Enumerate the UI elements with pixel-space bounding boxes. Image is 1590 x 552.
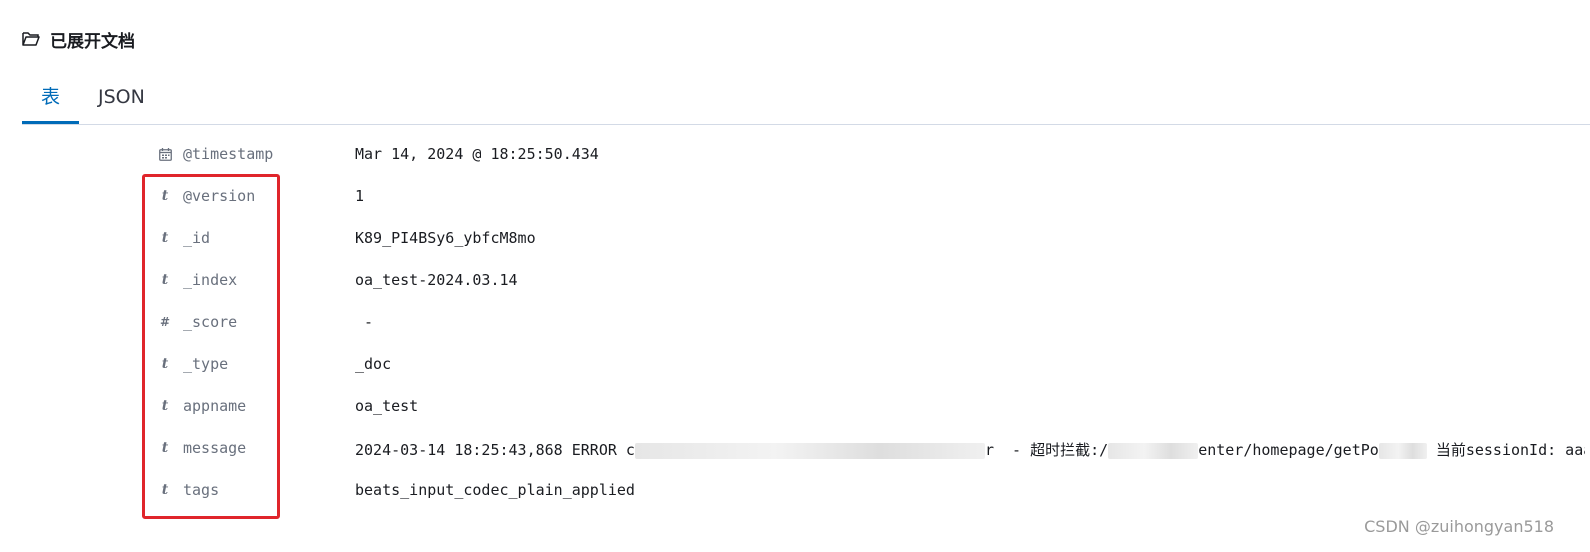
- message-part: 当前sessionId: aaa: [1426, 441, 1585, 459]
- redacted-block: [634, 442, 985, 459]
- view-tabs: 表 JSON: [22, 70, 1590, 125]
- folder-open-icon: [22, 31, 40, 47]
- field-value: K89_PI4BSy6_ybfcM8mo: [355, 229, 536, 247]
- redacted-block: [1108, 442, 1199, 459]
- field-value: oa_test-2024.03.14: [355, 271, 518, 289]
- tab-json[interactable]: JSON: [79, 70, 164, 124]
- watermark: CSDN @zuihongyan518: [1364, 517, 1554, 536]
- field-value: -: [355, 313, 374, 331]
- red-highlight-box: [142, 174, 280, 519]
- doc-header: 已展开文档: [22, 26, 135, 52]
- expanded-doc-title: 已展开文档: [50, 31, 135, 52]
- calendar-icon: [157, 145, 173, 163]
- field-name: @timestamp: [183, 145, 274, 163]
- message-part: enter/homepage/getPo: [1198, 441, 1379, 459]
- field-value: _doc: [355, 355, 392, 373]
- message-value: 2024-03-14 18:25:43,868 ERROR c r - 超时拦截:…: [355, 439, 1585, 460]
- field-value: Mar 14, 2024 @ 18:25:50.434: [355, 145, 599, 163]
- table-row: @timestamp Mar 14, 2024 @ 18:25:50.434: [0, 133, 1590, 175]
- field-value: 1: [355, 187, 365, 205]
- tab-table[interactable]: 表: [22, 70, 80, 124]
- message-part: r - 超时拦截:/: [984, 441, 1109, 459]
- field-value: beats_input_codec_plain_applied: [355, 481, 635, 499]
- field-value: oa_test: [355, 397, 419, 415]
- message-part: 2024-03-14 18:25:43,868 ERROR c: [355, 441, 635, 459]
- redacted-block: [1378, 442, 1427, 459]
